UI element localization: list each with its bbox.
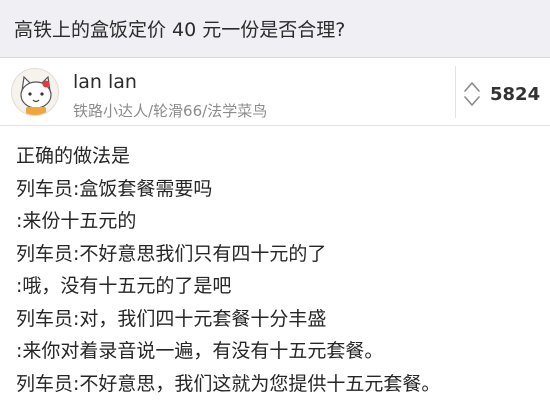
- avatar[interactable]: [11, 68, 59, 116]
- author-name[interactable]: lan lan: [73, 71, 137, 93]
- answer-line: 列车员:对，我们四十元套餐十分丰盛: [16, 307, 327, 330]
- answer-line: :哦，没有十五元的了是吧: [16, 275, 232, 297]
- author-bar[interactable]: lan lan 铁路小达人/轮滑66/法学菜鸟 5824: [0, 58, 550, 126]
- vote-button[interactable]: 5824: [462, 78, 540, 110]
- answer-line: 正确的做法是: [16, 145, 131, 167]
- question-title[interactable]: 高铁上的盒饭定价 40 元一份是否合理?: [14, 15, 345, 42]
- question-header: 高铁上的盒饭定价 40 元一份是否合理?: [0, 0, 550, 58]
- author-bio: 铁路小达人/轮滑66/法学菜鸟: [73, 102, 268, 120]
- answer-line: :来你对着录音说一遍，有没有十五元套餐。: [16, 340, 384, 362]
- vote-count: 5824: [490, 83, 541, 105]
- divider: [455, 66, 456, 118]
- answer-line: 列车员:盒饭套餐需要吗: [16, 177, 213, 200]
- answer-line: 列车员:不好意思我们只有四十元的了: [16, 242, 327, 265]
- answer-line: 列车员:不好意思，我们这就为您提供十五元套餐。: [16, 372, 441, 395]
- answer-body: 正确的做法是 列车员:盒饭套餐需要吗 :来份十五元的 列车员:不好意思我们只有四…: [16, 140, 546, 400]
- cartoon-cat-avatar-icon: [20, 75, 52, 115]
- answer-line: :来份十五元的: [16, 210, 137, 232]
- vote-up-down-icon: [464, 82, 480, 106]
